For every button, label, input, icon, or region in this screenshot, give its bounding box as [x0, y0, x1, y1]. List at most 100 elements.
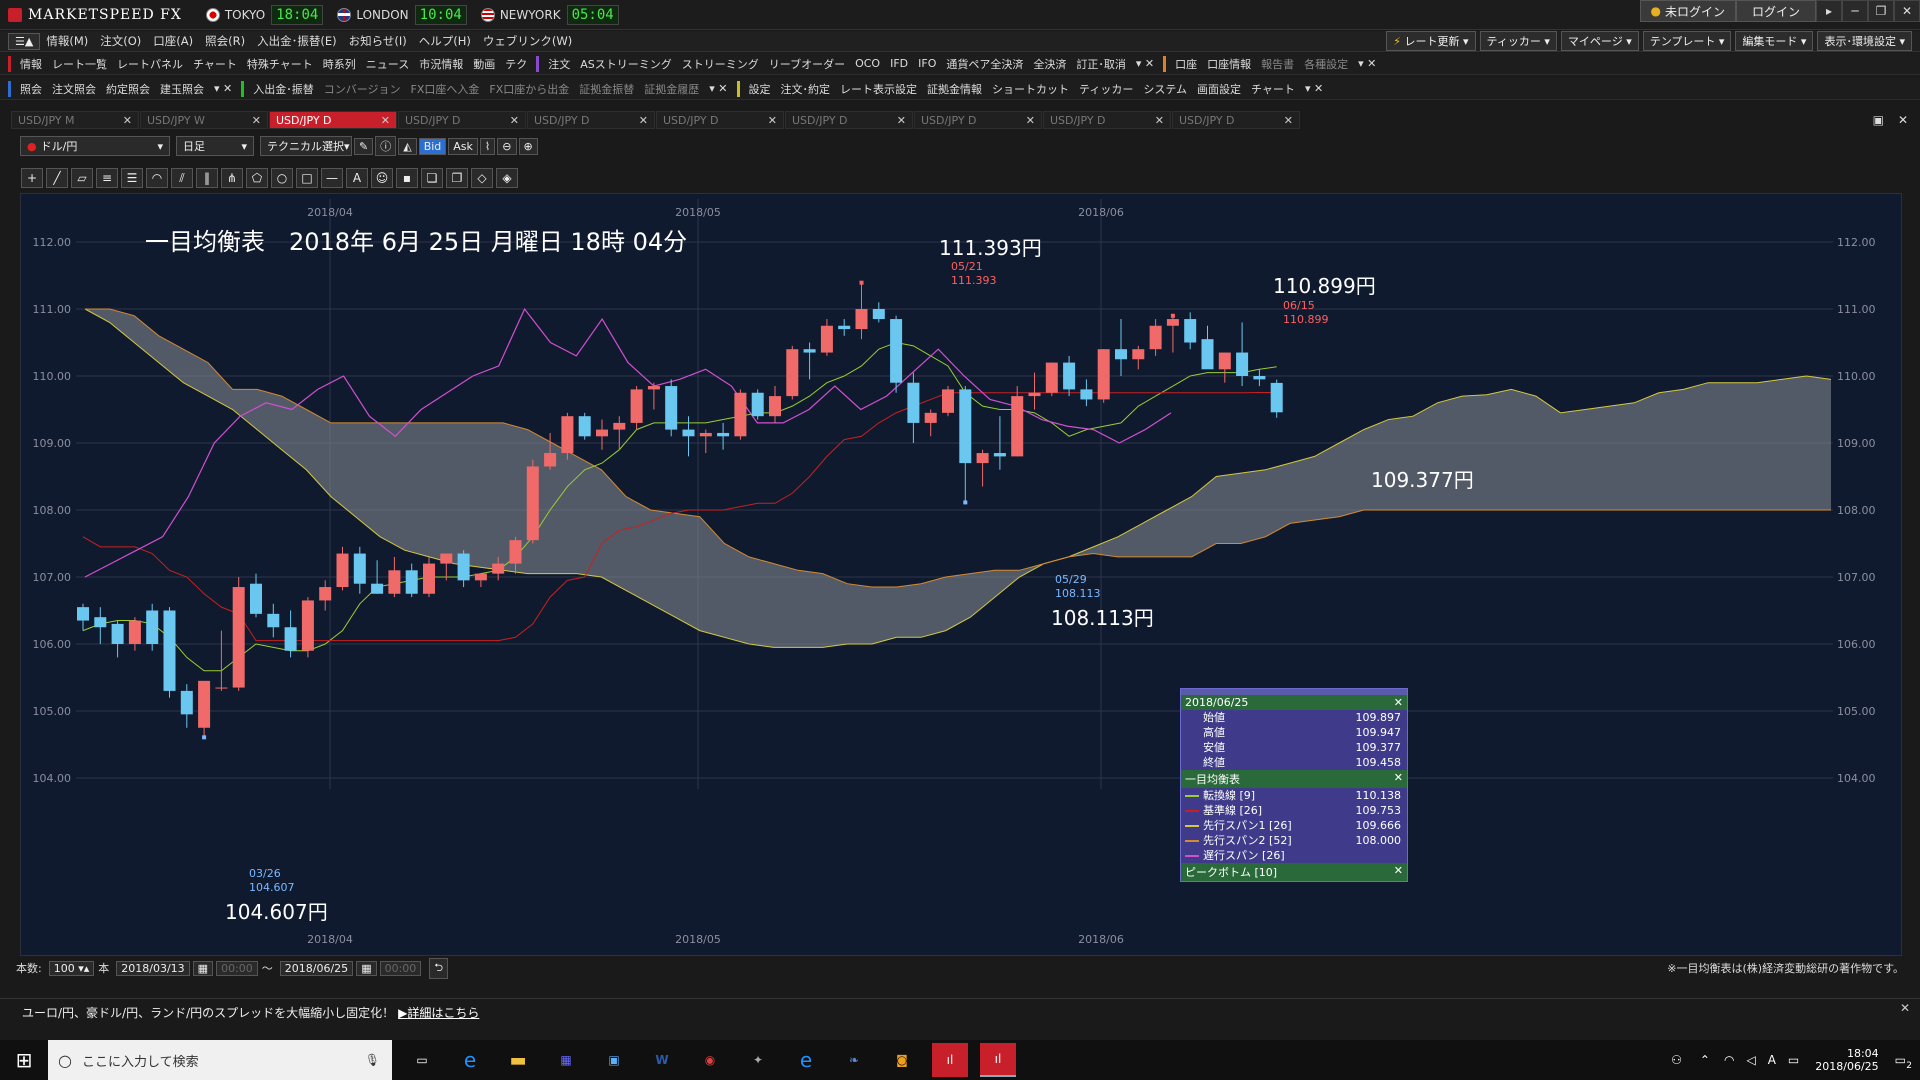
- tab-usdjpy[interactable]: USD/JPY D ✕: [785, 111, 913, 129]
- technical-select[interactable]: テクニカル選択 ▾: [260, 136, 352, 156]
- microphone-icon[interactable]: 🎙: [365, 1053, 380, 1067]
- circle-icon[interactable]: ○: [271, 168, 293, 188]
- pair-select[interactable]: ● ドル/円 ▾: [20, 136, 170, 156]
- dropdown-icon[interactable]: ▾ ✕: [709, 82, 727, 95]
- refresh-icon[interactable]: ⮌: [429, 957, 449, 979]
- menu-inquiry[interactable]: 照会(R): [205, 33, 245, 49]
- close-icon[interactable]: ✕: [1394, 864, 1403, 880]
- pitchfork-icon[interactable]: ⋔: [221, 168, 243, 188]
- tb-margin-transfer[interactable]: 証拠金振替: [579, 81, 634, 97]
- tb-leave-order[interactable]: リーブオーダー: [769, 56, 845, 72]
- tb-system[interactable]: システム: [1143, 81, 1187, 97]
- dropdown-icon[interactable]: ▾ ✕: [1136, 57, 1154, 70]
- news-link[interactable]: ▶詳細はこちら: [398, 1004, 479, 1021]
- close-icon[interactable]: ✕: [510, 114, 519, 127]
- tb-pair-settle[interactable]: 通貨ペア全決済: [946, 56, 1023, 72]
- taskbar-search-input[interactable]: ○ ここに入力して検索 🎙: [48, 1040, 392, 1080]
- close-icon[interactable]: ✕: [1898, 113, 1908, 127]
- tab-usdjpy[interactable]: USD/JPY D ✕: [1172, 111, 1300, 129]
- pentagon-icon[interactable]: ⬠: [246, 168, 268, 188]
- to-time-input[interactable]: 00:00: [379, 960, 422, 976]
- tb-order-exec[interactable]: 注文･約定: [781, 81, 831, 97]
- calendar-icon[interactable]: ▦: [356, 960, 377, 976]
- close-icon[interactable]: ✕: [1894, 0, 1920, 22]
- taskbar-clock[interactable]: 18:04 2018/06/25: [1815, 1047, 1878, 1073]
- tb-exec-inquiry[interactable]: 約定照会: [106, 81, 150, 97]
- copy-icon[interactable]: ❏: [421, 168, 443, 188]
- tb-info[interactable]: 情報: [20, 56, 42, 72]
- tb-timeseries[interactable]: 時系列: [323, 56, 356, 72]
- close-icon[interactable]: ✕: [1394, 771, 1403, 787]
- vertical-lines-icon[interactable]: ‖: [196, 168, 218, 188]
- count-select[interactable]: 100 ▾▴: [48, 960, 95, 976]
- tb-conversion[interactable]: コンバージョン: [324, 81, 401, 97]
- tab-usdjpy[interactable]: USD/JPY D ✕: [527, 111, 655, 129]
- tb-report[interactable]: 報告書: [1261, 56, 1294, 72]
- menu-notice[interactable]: お知らせ(I): [349, 33, 407, 49]
- tab-usdjpy[interactable]: USD/JPY D ✕: [656, 111, 784, 129]
- menu-order[interactable]: 注文(O): [100, 33, 141, 49]
- tb-config[interactable]: 設定: [749, 81, 771, 97]
- tb-market[interactable]: 市況情報: [419, 56, 463, 72]
- from-time-input[interactable]: 00:00: [216, 960, 258, 976]
- ticker-menu-button[interactable]: ティッカー ▾: [1479, 31, 1557, 51]
- file-explorer-icon[interactable]: ▬: [500, 1043, 536, 1077]
- login-status-button[interactable]: ● 未ログイン: [1639, 0, 1736, 22]
- maximize-icon[interactable]: ▣: [1873, 113, 1884, 127]
- fibonacci-icon[interactable]: ☰: [121, 168, 143, 188]
- tb-news[interactable]: ニュース: [366, 56, 409, 72]
- tb-inquiry[interactable]: 照会: [20, 81, 42, 97]
- network-icon[interactable]: ◠: [1724, 1053, 1734, 1067]
- restore-icon[interactable]: ❐: [1868, 0, 1894, 22]
- layer-icon[interactable]: ▪: [396, 168, 418, 188]
- marketspeed-fx-icon[interactable]: ıl: [980, 1043, 1016, 1077]
- minimize-icon[interactable]: ─: [1842, 0, 1868, 22]
- tb-shortcut[interactable]: ショートカット: [992, 81, 1069, 97]
- menu-toggle-icon[interactable]: ☰▲: [8, 32, 41, 50]
- close-icon[interactable]: ✕: [381, 114, 390, 127]
- zoom-out-icon[interactable]: ⊖: [497, 137, 517, 155]
- bid-button[interactable]: Bid: [418, 137, 447, 155]
- chart-area[interactable]: 112.00 112.00 111.00 111.00 110.00 110.00 109.…: [20, 193, 1902, 956]
- tb-screen-settings[interactable]: 画面設定: [1197, 81, 1241, 97]
- text-icon[interactable]: A: [346, 168, 368, 188]
- icon-tool-icon[interactable]: ☺: [371, 168, 393, 188]
- login-button[interactable]: ログイン: [1736, 0, 1816, 22]
- tb-account-info[interactable]: 口座情報: [1207, 56, 1251, 72]
- tb-streaming[interactable]: ストリーミング: [682, 56, 759, 72]
- tab-usdjpy[interactable]: USD/JPY W ✕: [140, 111, 268, 129]
- period-select[interactable]: 日足 ▾: [176, 136, 254, 156]
- tab-usdjpy[interactable]: USD/JPY D ✕: [398, 111, 526, 129]
- tb-special-chart[interactable]: 特殊チャート: [247, 56, 313, 72]
- task-view-icon[interactable]: ▭: [404, 1043, 440, 1077]
- tb-ifo[interactable]: IFO: [918, 57, 936, 70]
- zoom-in-icon[interactable]: ⊕: [518, 137, 538, 155]
- display-settings-button[interactable]: 表示･環境設定 ▾: [1817, 31, 1912, 51]
- windows-start-icon[interactable]: ⊞: [0, 1040, 48, 1080]
- tb-chart[interactable]: チャート: [193, 56, 237, 72]
- tab-usdjpy[interactable]: USD/JPY D ✕: [269, 111, 397, 129]
- from-date-input[interactable]: 2018/03/13: [116, 960, 190, 976]
- tb-rate-display[interactable]: レート表示設定: [840, 81, 917, 97]
- ime-icon[interactable]: A: [1768, 1053, 1776, 1067]
- info-icon[interactable]: ⓘ: [375, 136, 397, 156]
- tb-all-settle[interactable]: 全決済: [1033, 56, 1066, 72]
- tab-usdjpy[interactable]: USD/JPY M ✕: [11, 111, 139, 129]
- notification-icon[interactable]: ▭ 2: [1895, 1053, 1912, 1071]
- pen-icon[interactable]: ✎: [354, 137, 374, 155]
- close-icon[interactable]: ✕: [897, 114, 906, 127]
- tb-fx-in[interactable]: FX口座へ入金: [411, 81, 480, 97]
- ie-icon[interactable]: e: [452, 1043, 488, 1077]
- rectangle-icon[interactable]: □: [296, 168, 318, 188]
- menu-account[interactable]: 口座(A): [153, 33, 193, 49]
- window-app-icon[interactable]: ▣: [596, 1043, 632, 1077]
- tb-ifd[interactable]: IFD: [890, 57, 908, 70]
- calendar-icon[interactable]: ▦: [192, 960, 214, 976]
- edit-mode-button[interactable]: 編集モード ▾: [1735, 31, 1814, 51]
- menu-info[interactable]: 情報(M): [46, 33, 88, 49]
- close-icon[interactable]: ✕: [1155, 114, 1164, 127]
- close-icon[interactable]: ✕: [1900, 1001, 1910, 1015]
- tb-position-inquiry[interactable]: 建玉照会: [160, 81, 204, 97]
- tb-oco[interactable]: OCO: [855, 57, 880, 70]
- trendline-icon[interactable]: ╱: [46, 168, 68, 188]
